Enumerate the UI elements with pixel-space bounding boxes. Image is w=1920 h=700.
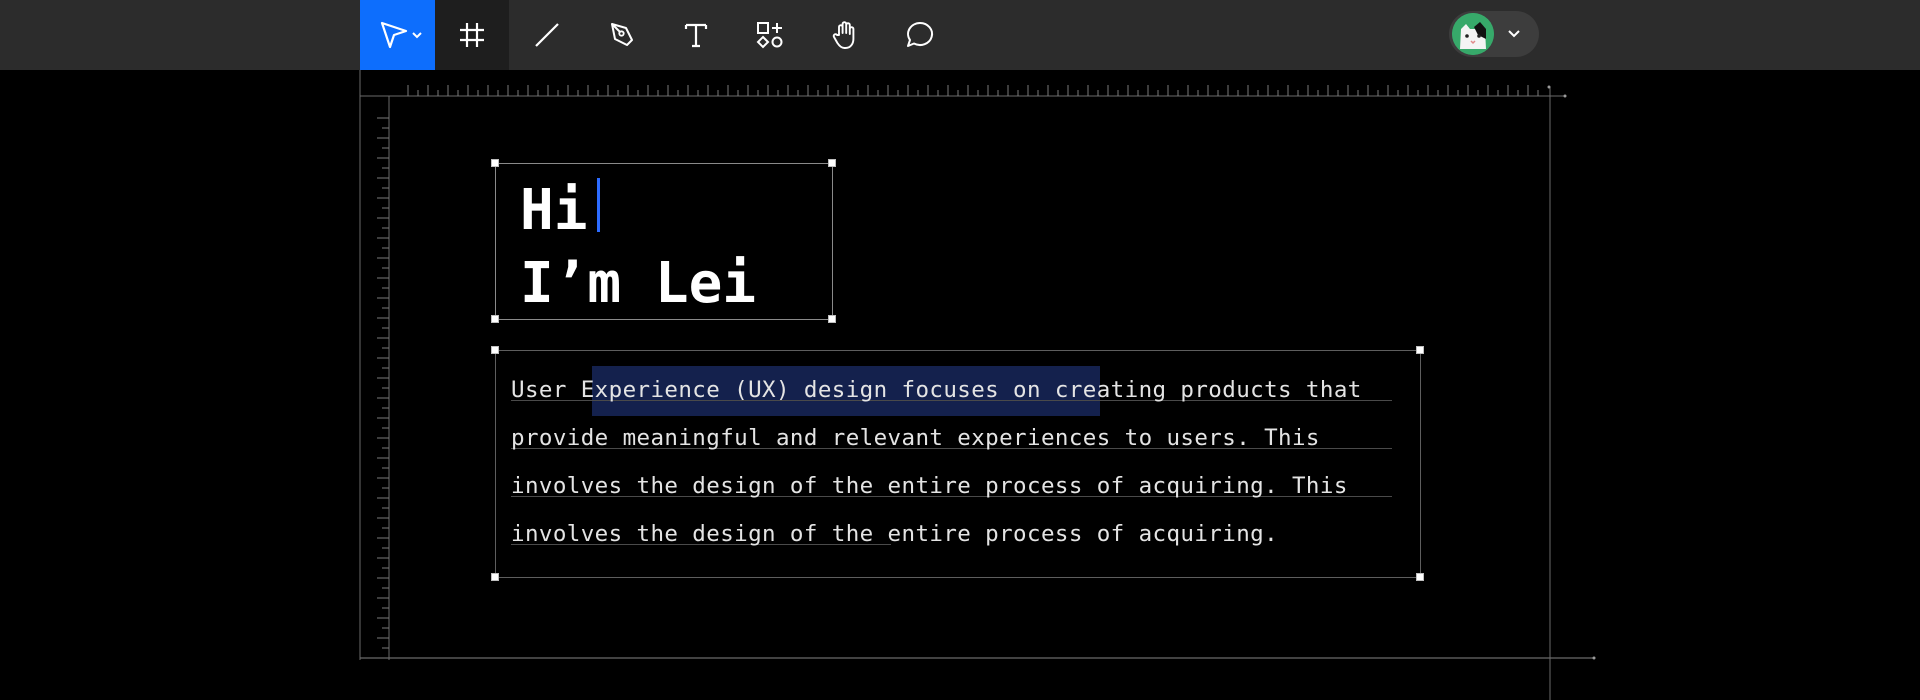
paragraph-line: involves the design of the entire proces… xyxy=(511,521,1279,547)
resize-handle[interactable] xyxy=(1416,573,1424,581)
resize-handle[interactable] xyxy=(491,573,499,581)
resize-handle[interactable] xyxy=(491,315,499,323)
paragraph-line: involves the design of the entire proces… xyxy=(511,473,1348,499)
toolbar xyxy=(0,0,1920,70)
comment-bubble-icon xyxy=(907,21,934,47)
resize-handle[interactable] xyxy=(828,159,836,167)
text-t-icon xyxy=(684,23,708,48)
resize-handle[interactable] xyxy=(491,346,499,354)
heading-line: I’m Lei xyxy=(520,251,757,316)
heading-text-box[interactable]: Hi I’m Lei xyxy=(495,163,833,320)
resize-handle[interactable] xyxy=(491,159,499,167)
components-tool-button[interactable] xyxy=(733,0,807,70)
paragraph-text[interactable]: User Experience (UX) design focuses on c… xyxy=(511,366,1391,558)
vertical-ruler xyxy=(377,117,389,649)
heading-line: Hi xyxy=(520,178,588,243)
paragraph-line: User Experience (UX) design focuses on c… xyxy=(511,377,1362,403)
text-tool-button[interactable] xyxy=(659,0,733,70)
resize-handle[interactable] xyxy=(1416,346,1424,354)
pen-nib-icon xyxy=(611,23,633,46)
comment-tool-button[interactable] xyxy=(883,0,957,70)
text-caret xyxy=(597,178,600,232)
chevron-down-icon xyxy=(1508,30,1520,38)
hash-frame-icon xyxy=(460,23,484,47)
hand-tool-button[interactable] xyxy=(807,0,883,70)
paragraph-line: provide meaningful and relevant experien… xyxy=(511,425,1320,451)
frame-tool-button[interactable] xyxy=(435,0,509,70)
resize-handle[interactable] xyxy=(828,315,836,323)
user-menu-button[interactable] xyxy=(1449,11,1539,57)
cursor-arrow-icon xyxy=(380,21,422,49)
pen-tool-button[interactable] xyxy=(585,0,659,70)
line-icon xyxy=(535,23,559,47)
heading-text[interactable]: Hi I’m Lei xyxy=(520,174,756,320)
line-tool-button[interactable] xyxy=(509,0,585,70)
move-tool-button[interactable] xyxy=(360,0,435,70)
avatar[interactable] xyxy=(1452,13,1494,55)
cat-avatar-icon xyxy=(1452,13,1494,55)
hand-icon xyxy=(832,21,855,49)
shapes-icon xyxy=(756,22,783,49)
